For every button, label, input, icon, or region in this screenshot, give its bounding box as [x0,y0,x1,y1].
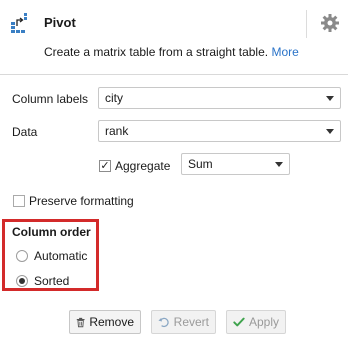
checkmark-icon [233,317,245,327]
remove-button[interactable]: Remove [69,310,141,334]
chevron-down-icon [326,96,334,101]
radio-automatic-label: Automatic [34,249,88,263]
apply-button-label: Apply [248,315,279,329]
column-labels-select[interactable]: city [98,87,341,109]
column-order-title: Column order [12,225,91,239]
radio-sorted-label: Sorted [34,274,70,288]
pivot-icon [11,13,27,33]
radio-sorted[interactable] [16,275,28,287]
gear-icon[interactable] [320,13,340,33]
description: Create a matrix table from a straight ta… [44,45,299,59]
revert-button[interactable]: Revert [151,310,216,334]
preserve-formatting-checkbox[interactable] [13,195,25,207]
data-value: rank [105,124,129,138]
radio-selected-dot [19,278,25,284]
aggregate-function-value: Sum [188,157,213,171]
data-select[interactable]: rank [98,120,341,142]
aggregate-label: Aggregate [115,159,171,173]
description-text: Create a matrix table from a straight ta… [44,45,269,59]
revert-button-label: Revert [173,315,209,329]
column-labels-value: city [105,91,123,105]
chevron-down-icon [275,162,283,167]
header-divider [306,10,307,38]
page-title: Pivot [44,15,76,30]
aggregate-function-select[interactable]: Sum [181,153,290,175]
aggregate-checkbox[interactable]: ✓ [99,160,111,172]
undo-icon [158,317,169,328]
apply-button[interactable]: Apply [226,310,286,334]
chevron-down-icon [326,129,334,134]
preserve-formatting-label: Preserve formatting [29,194,134,208]
remove-button-label: Remove [89,315,134,329]
header [0,0,348,75]
trash-icon [76,317,85,327]
more-link[interactable]: More [271,45,298,59]
data-label: Data [12,125,38,139]
checkmark-icon: ✓ [100,159,110,172]
column-labels-label: Column labels [12,92,89,106]
radio-automatic[interactable] [16,250,28,262]
